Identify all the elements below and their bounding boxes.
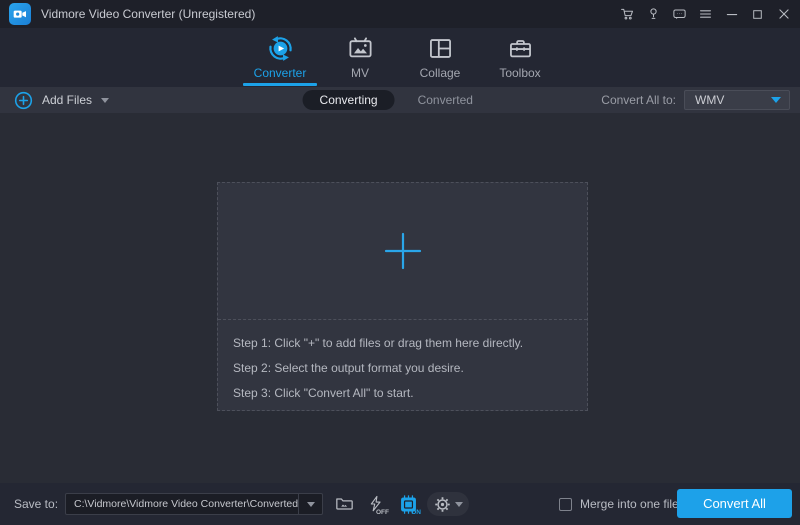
view-switch: Converting Converted (302, 90, 490, 110)
format-select-caret-icon (771, 97, 781, 103)
instruction-steps: Step 1: Click "+" to add files or drag t… (218, 320, 587, 406)
tab-collage[interactable]: Collage (400, 28, 480, 87)
gpu-state-badge: ON (411, 508, 421, 516)
high-speed-state-badge: OFF (376, 508, 389, 516)
open-folder-button[interactable] (331, 492, 357, 516)
add-files-button[interactable]: Add Files (14, 91, 110, 110)
sub-toolbar: Add Files Converting Converted Convert A… (0, 87, 800, 113)
tab-converter[interactable]: Converter (240, 28, 320, 87)
tab-mv-label: MV (351, 66, 369, 80)
tab-mv[interactable]: MV (320, 28, 400, 87)
main-area: Step 1: Click "+" to add files or drag t… (0, 113, 800, 483)
add-files-caret-icon (101, 97, 110, 103)
tab-collage-label: Collage (419, 66, 461, 80)
app-logo-icon (9, 3, 31, 25)
tab-converting[interactable]: Converting (302, 90, 395, 110)
save-path-field[interactable]: C:\Vidmore\Vidmore Video Converter\Conve… (65, 493, 323, 515)
window-title: Vidmore Video Converter (Unregistered) (41, 7, 256, 21)
output-format-group: Convert All to: WMV (601, 90, 790, 110)
add-files-plus-icon (14, 91, 33, 109)
merge-checkbox[interactable] (559, 497, 572, 511)
step-3-text: Step 3: Click "Convert All" to start. (233, 386, 414, 400)
save-to-label: Save to: (14, 497, 59, 511)
gpu-accel-toggle-button[interactable]: ON (395, 492, 421, 516)
format-select[interactable]: WMV (684, 90, 790, 110)
tips-lamp-icon[interactable] (646, 6, 661, 22)
save-path-dropdown-button[interactable] (298, 494, 322, 514)
step-1-text: Step 1: Click "+" to add files or drag t… (233, 336, 524, 350)
save-path-caret-icon (306, 501, 315, 507)
save-path-value[interactable]: C:\Vidmore\Vidmore Video Converter\Conve… (66, 498, 298, 510)
tab-toolbox-label: Toolbox (499, 66, 541, 80)
folder-icon (335, 498, 353, 510)
menu-icon[interactable] (698, 6, 713, 22)
settings-caret-icon (454, 501, 463, 507)
drop-zone-add-area[interactable] (218, 183, 587, 320)
settings-button[interactable] (427, 492, 469, 516)
footer-bar: Save to: C:\Vidmore\Vidmore Video Conver… (0, 483, 800, 525)
close-button[interactable] (776, 6, 791, 22)
tab-converter-label: Converter (253, 66, 307, 80)
convert-all-to-label: Convert All to: (601, 93, 676, 107)
add-files-label: Add Files (42, 93, 93, 107)
maximize-button[interactable] (750, 6, 765, 22)
app-window: Vidmore Video Converter (Unregistered) C… (0, 0, 800, 525)
step-2-text: Step 2: Select the output format you des… (233, 361, 464, 375)
format-selected-value: WMV (695, 93, 725, 107)
minimize-button[interactable] (724, 6, 739, 22)
merge-into-one-file-option[interactable]: Merge into one file (559, 497, 679, 511)
tab-toolbox[interactable]: Toolbox (480, 28, 560, 87)
cart-icon[interactable] (620, 6, 635, 22)
convert-all-button[interactable]: Convert All (677, 489, 792, 518)
footer-tools: OFF ON (331, 492, 469, 516)
title-bar: Vidmore Video Converter (Unregistered) (0, 0, 800, 28)
main-nav: Converter MV Collage Toolbox (0, 28, 800, 87)
file-drop-zone[interactable]: Step 1: Click "+" to add files or drag t… (217, 182, 588, 411)
high-speed-toggle-button[interactable]: OFF (363, 492, 389, 516)
merge-checkbox-label: Merge into one file (580, 497, 679, 511)
tab-converted[interactable]: Converted (401, 90, 490, 110)
gear-icon (434, 496, 450, 512)
add-plus-icon (384, 232, 421, 270)
feedback-icon[interactable] (672, 6, 687, 22)
